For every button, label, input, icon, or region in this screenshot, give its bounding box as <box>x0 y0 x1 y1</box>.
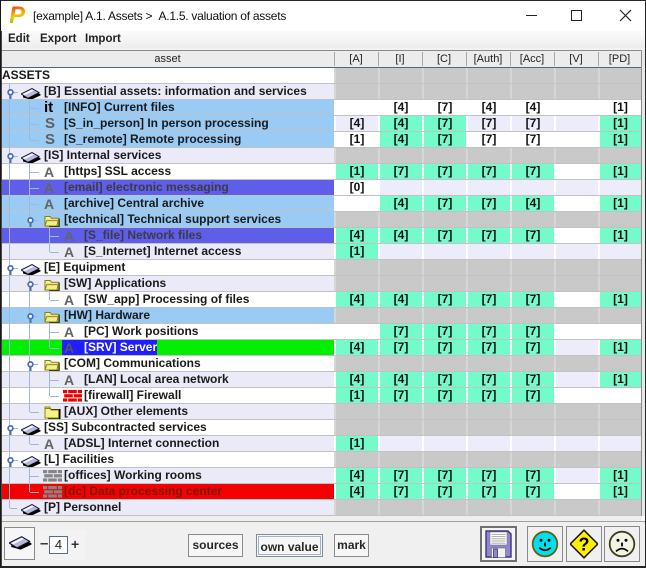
svg-text:P: P <box>10 4 26 26</box>
svg-text:?: ? <box>579 535 590 555</box>
